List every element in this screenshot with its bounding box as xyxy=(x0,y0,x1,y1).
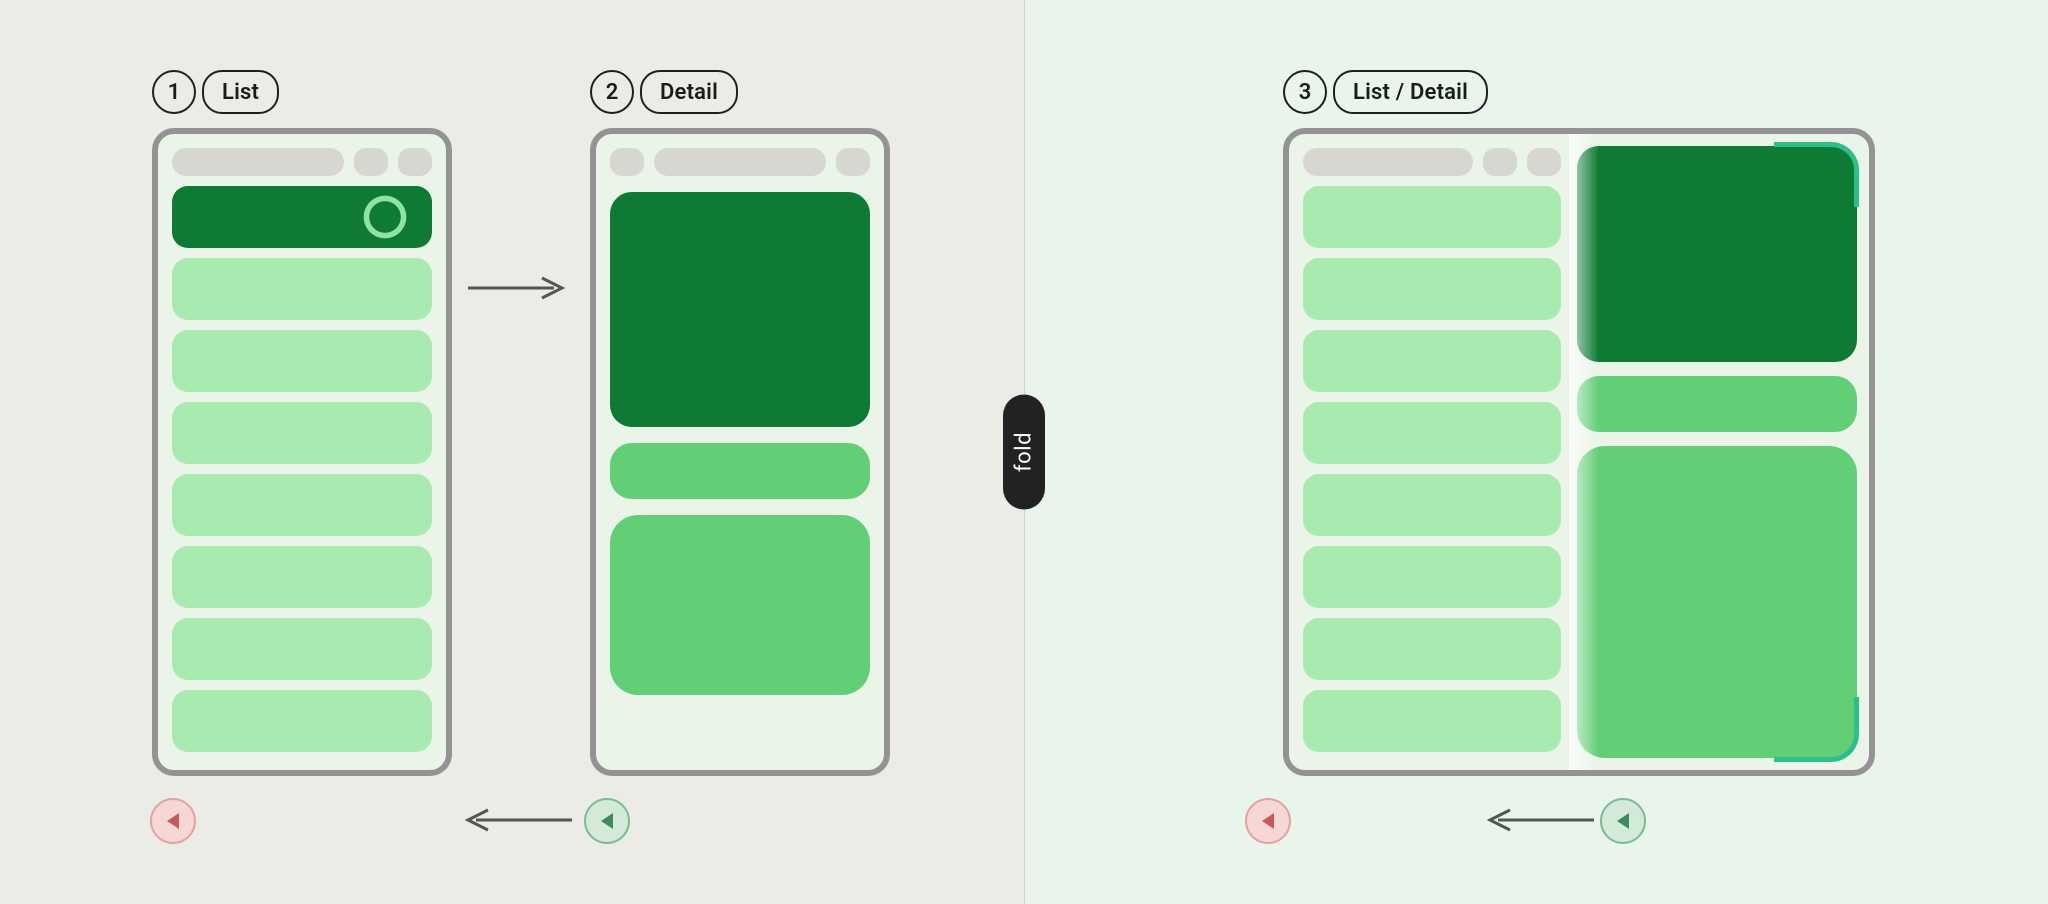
arrow-two-pane-back xyxy=(1476,808,1596,832)
fold-text: fold xyxy=(1011,432,1036,472)
tap-indicator-icon xyxy=(362,194,408,240)
list-appbar xyxy=(172,148,432,176)
list-item[interactable] xyxy=(1303,402,1561,464)
list-column xyxy=(158,134,446,752)
detail-subtitle-block xyxy=(1577,376,1857,432)
list-appbar xyxy=(1303,148,1561,176)
list-item[interactable] xyxy=(1303,690,1561,752)
step-1-number: 1 xyxy=(152,70,196,114)
step-2-label: Detail xyxy=(640,70,738,114)
back-button-placeholder[interactable] xyxy=(610,148,644,176)
list-item[interactable] xyxy=(172,330,432,392)
appbar-action-placeholder xyxy=(354,148,388,176)
detail-subtitle-block xyxy=(610,443,870,499)
panel-list-detail xyxy=(1283,128,1875,776)
list-item[interactable] xyxy=(1303,186,1561,248)
step-1-header: 1 List xyxy=(152,70,279,114)
triangle-left-icon xyxy=(1262,813,1274,829)
appbar-title-placeholder xyxy=(1303,148,1473,176)
step-3-number: 3 xyxy=(1283,70,1327,114)
step-3-header: 3 List / Detail xyxy=(1283,70,1488,114)
list-item[interactable] xyxy=(172,474,432,536)
back-marker-disabled xyxy=(1245,798,1291,844)
list-item[interactable] xyxy=(172,690,432,752)
two-pane-list-column xyxy=(1289,134,1569,770)
detail-hero xyxy=(610,192,870,427)
back-marker-enabled[interactable] xyxy=(584,798,630,844)
list-item[interactable] xyxy=(1303,330,1561,392)
appbar-action-placeholder xyxy=(398,148,432,176)
motion-arc-top-icon xyxy=(1774,142,1859,207)
list-item[interactable] xyxy=(172,618,432,680)
appbar-action-placeholder xyxy=(1527,148,1561,176)
list-item[interactable] xyxy=(172,546,432,608)
list-item[interactable] xyxy=(1303,618,1561,680)
triangle-left-icon xyxy=(167,813,179,829)
step-2-header: 2 Detail xyxy=(590,70,738,114)
list-item[interactable] xyxy=(1303,474,1561,536)
detail-entry-glow xyxy=(1569,134,1599,770)
list-item[interactable] xyxy=(172,402,432,464)
step-2-number: 2 xyxy=(590,70,634,114)
detail-body-block xyxy=(610,515,870,695)
triangle-left-icon xyxy=(601,813,613,829)
step-3-label: List / Detail xyxy=(1333,70,1488,114)
two-pane-detail-column xyxy=(1569,134,1869,770)
panel-detail xyxy=(590,128,890,776)
back-marker-disabled xyxy=(150,798,196,844)
step-1-label: List xyxy=(202,70,279,114)
detail-column xyxy=(596,134,884,709)
appbar-title-placeholder xyxy=(654,148,826,176)
appbar-action-placeholder xyxy=(1483,148,1517,176)
detail-appbar xyxy=(610,148,870,176)
list-item[interactable] xyxy=(172,258,432,320)
fold-divider-label: fold xyxy=(1003,395,1045,510)
motion-arc-bottom-icon xyxy=(1774,697,1859,762)
back-marker-enabled[interactable] xyxy=(1600,798,1646,844)
triangle-left-icon xyxy=(1617,813,1629,829)
diagram-stage: 1 List 2 Detail xyxy=(0,0,2048,904)
arrow-list-to-detail xyxy=(466,276,566,300)
appbar-title-placeholder xyxy=(172,148,344,176)
arrow-detail-back xyxy=(454,808,574,832)
list-item-selected[interactable] xyxy=(172,186,432,248)
list-item[interactable] xyxy=(1303,258,1561,320)
list-item[interactable] xyxy=(1303,546,1561,608)
panel-list xyxy=(152,128,452,776)
appbar-action-placeholder xyxy=(836,148,870,176)
